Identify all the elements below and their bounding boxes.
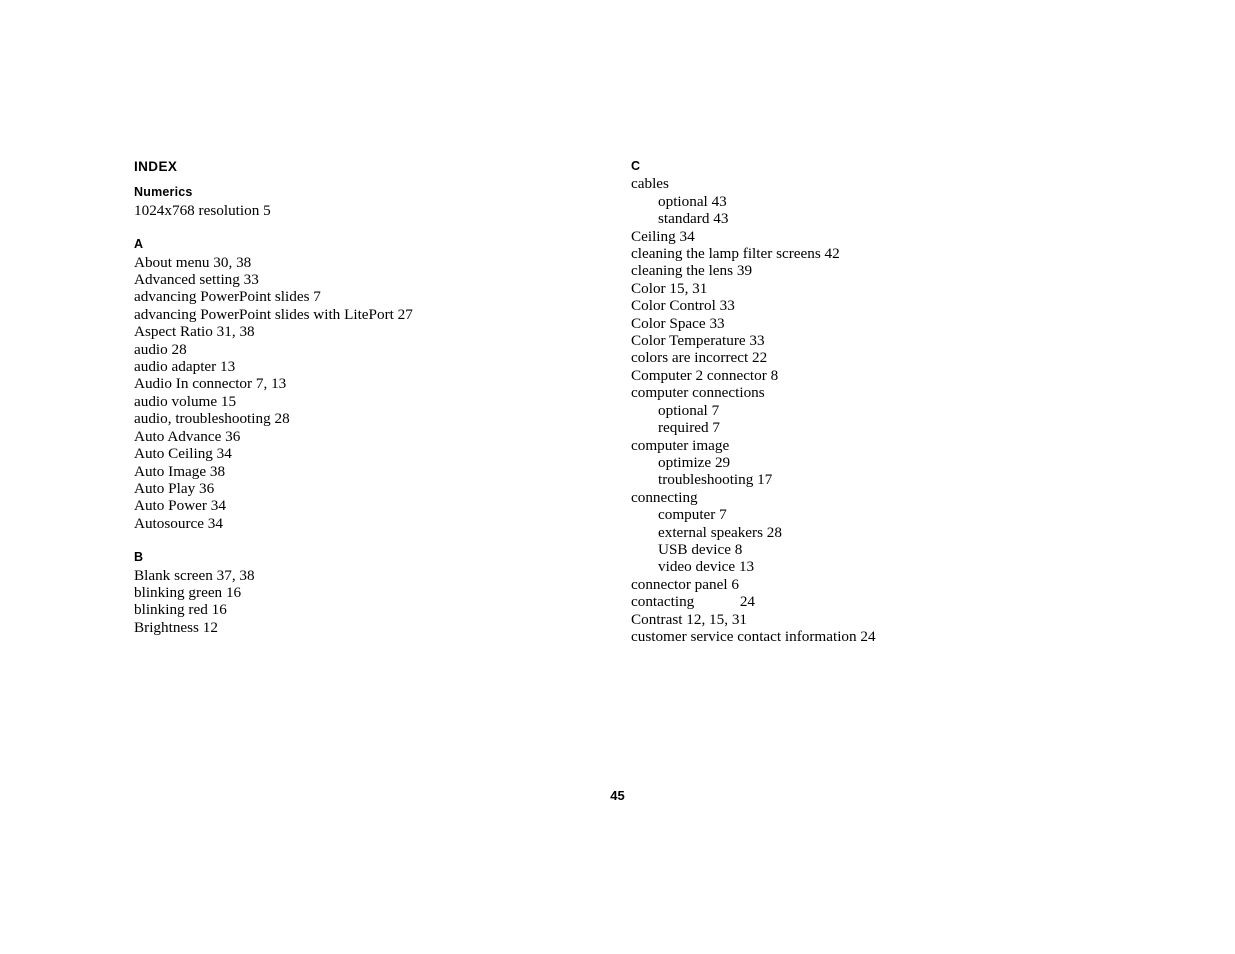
index-entry: customer service contact information 24 (631, 627, 876, 645)
right-column: Ccables optional 43 standard 43 Ceiling 34 c… (631, 158, 1091, 645)
index-entry: advancing PowerPoint slides with LitePor… (134, 305, 413, 323)
index-entry: About menu 30, 38 (134, 253, 252, 271)
left-column-sections: Numerics 1024x768 resolution 5 A About menu… (134, 184, 594, 636)
index-entry: 1024x768 resolution 5 (134, 201, 271, 219)
index-entry: audio 28 (134, 340, 187, 358)
index-entry: Auto Ceiling 34 (134, 445, 232, 463)
index-subentry: optional 43 (658, 192, 727, 210)
index-entry: blinking green 16 (134, 583, 242, 601)
index-entry: cables (631, 175, 669, 193)
index-subentry: optimize 29 (658, 453, 731, 471)
index-subentry: computer 7 (658, 506, 727, 524)
left-column: INDEX Numerics 1024x768 resolution 5 A Abou… (134, 158, 594, 636)
index-entry: Color 15, 31 (631, 279, 708, 297)
index-entry: Advanced setting 33 (134, 271, 259, 289)
index-entry: computer connections (631, 384, 765, 402)
index-section: Numerics 1024x768 resolution 5 (134, 184, 594, 219)
index-entry: Audio In connector 7, 13 (134, 375, 287, 393)
index-entry: Auto Power 34 (134, 497, 226, 515)
index-entry: advancing PowerPoint slides 7 (134, 288, 321, 306)
index-section: A About menu 30, 38 Advanced setting 33 adv… (134, 236, 594, 532)
index-entry: contacting 24 (631, 593, 756, 611)
index-entry: audio, troubleshooting 28 (134, 410, 290, 428)
index-subentry: required 7 (658, 419, 720, 437)
section-heading: A (134, 237, 144, 252)
index-entry: Brightness 12 (134, 618, 218, 636)
index-entry: Auto Play 36 (134, 479, 215, 497)
index-entry: Color Space 33 (631, 314, 725, 332)
index-entry: cleaning the lamp filter screens 42 (631, 245, 840, 263)
index-entry: Ceiling 34 (631, 227, 695, 245)
index-subentry: troubleshooting 17 (658, 471, 773, 489)
index-entry: Contrast 12, 15, 31 (631, 610, 748, 628)
index-entry: Auto Image 38 (134, 462, 226, 480)
index-subentry: standard 43 (658, 210, 729, 228)
index-entry: Autosource 34 (134, 514, 223, 532)
index-entry: connector panel 6 (631, 575, 739, 593)
index-entry: Color Temperature 33 (631, 332, 765, 350)
page-number: 45 (610, 788, 625, 803)
index-entry: blinking red 16 (134, 601, 227, 619)
index-subentry: USB device 8 (658, 540, 743, 558)
index-entry: cleaning the lens 39 (631, 262, 753, 280)
section-heading: C (631, 159, 641, 173)
index-page: INDEX Numerics 1024x768 resolution 5 A Abou… (0, 0, 1235, 954)
index-entry: audio adapter 13 (134, 358, 236, 376)
index-entry: connecting (631, 488, 698, 506)
index-subentry: external speakers 28 (658, 523, 782, 541)
index-entry: Color Control 33 (631, 297, 735, 315)
section-heading: B (134, 550, 144, 565)
page-title: INDEX (134, 159, 178, 174)
right-column-sections: Ccables optional 43 standard 43 Ceiling 34 c… (631, 158, 1091, 645)
index-entry: Blank screen 37, 38 (134, 566, 255, 584)
index-section: B Blank screen 37, 38 blinking green 16 bli… (134, 549, 594, 636)
index-entry: colors are incorrect 22 (631, 349, 768, 367)
index-entry: audio volume 15 (134, 392, 237, 410)
index-subentry: optional 7 (658, 401, 720, 419)
index-entry: Aspect Ratio 31, 38 (134, 323, 255, 341)
index-section: Ccables optional 43 standard 43 Ceiling 34 c… (631, 158, 1091, 645)
index-entry: Auto Advance 36 (134, 427, 241, 445)
section-heading: Numerics (134, 185, 193, 200)
index-entry: Computer 2 connector 8 (631, 366, 779, 384)
index-subentry: video device 13 (658, 558, 755, 576)
index-entry: computer image (631, 436, 730, 454)
